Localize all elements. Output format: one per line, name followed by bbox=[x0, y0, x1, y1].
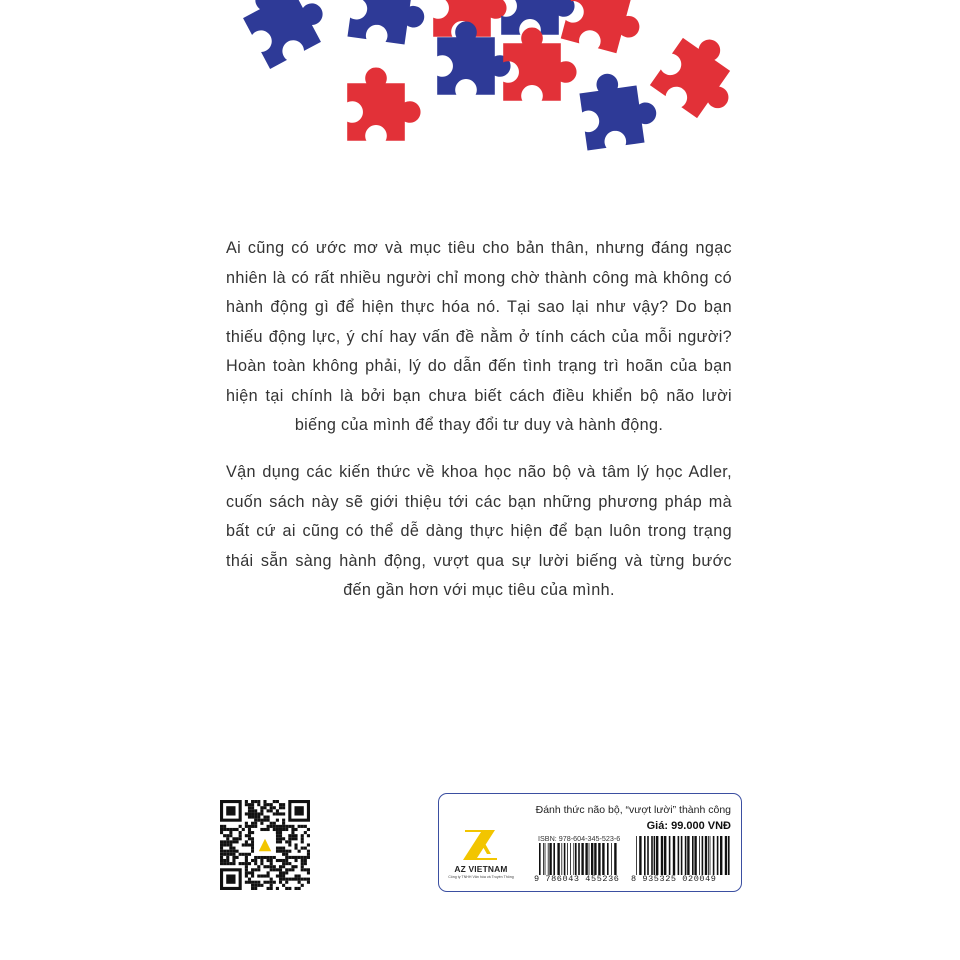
barcode-number-2: 8 935325 020049 bbox=[631, 874, 717, 884]
publisher-name: AZ VIETNAM bbox=[454, 864, 508, 874]
description-paragraph-2: Vận dụng các kiến thức về khoa học não b… bbox=[226, 463, 732, 599]
barcode-icon bbox=[539, 843, 617, 875]
puzzle-pieces-decoration bbox=[235, 0, 753, 151]
isbn-label: ISBN: 978-604-345-523-6 bbox=[538, 834, 621, 843]
price-label: Giá: 99.000 VNĐ bbox=[646, 820, 731, 832]
price-barcode-box: Đánh thức não bộ, “vượt lười” thành công… bbox=[438, 793, 742, 892]
az-vietnam-logo-icon bbox=[463, 830, 497, 860]
publisher-subtitle: Công ty TNHH Văn hóa và Truyền Thông bbox=[448, 875, 514, 879]
publisher-logo: AZ VIETNAM Công ty TNHH Văn hóa và Truyề… bbox=[448, 828, 514, 888]
puzzle-piece-icon bbox=[347, 0, 431, 47]
puzzle-piece-icon bbox=[347, 67, 421, 141]
description-paragraph-1: Ai cũng có ước mơ và mục tiêu cho bản th… bbox=[226, 239, 732, 434]
qr-code-icon bbox=[220, 800, 310, 890]
puzzle-piece-icon bbox=[235, 0, 335, 69]
puzzle-piece-icon bbox=[577, 67, 661, 151]
barcode-number-1: 9 786043 455236 bbox=[534, 874, 620, 884]
puzzle-piece-icon bbox=[649, 24, 753, 128]
book-title-small: Đánh thức não bộ, “vượt lười” thành công bbox=[535, 804, 731, 816]
barcode-icon bbox=[636, 836, 730, 875]
